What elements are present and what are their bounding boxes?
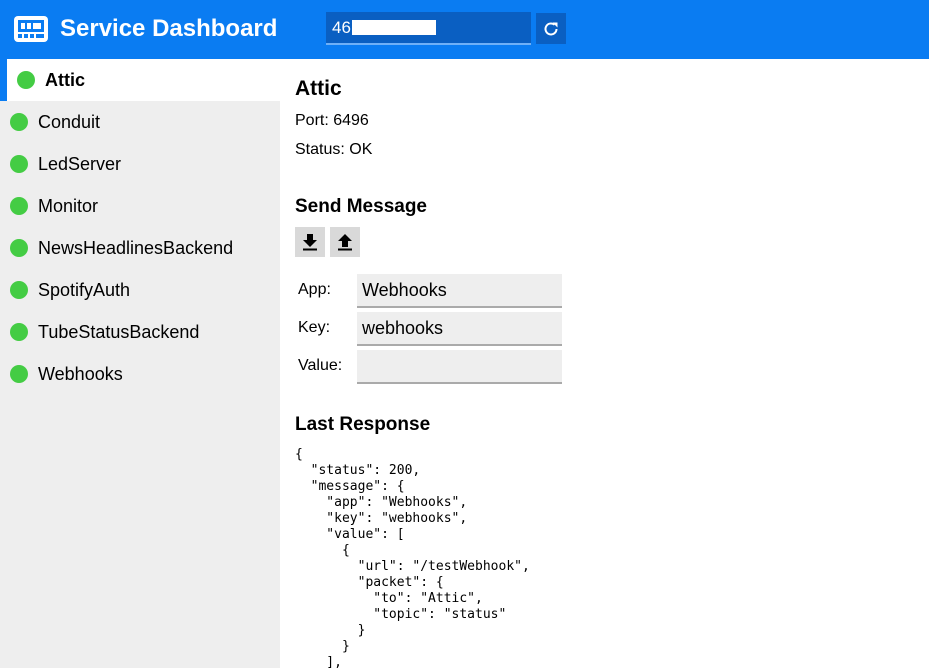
- sidebar-item-label: LedServer: [38, 153, 122, 174]
- response-body: { "status": 200, "message": { "app": "We…: [295, 447, 530, 670]
- sidebar-item-spotifyauth[interactable]: SpotifyAuth: [0, 269, 280, 311]
- refresh-button[interactable]: [536, 13, 566, 44]
- app-label: App:: [298, 281, 331, 298]
- sidebar-item-attic[interactable]: Attic: [0, 59, 280, 101]
- sidebar-item-label: Conduit: [38, 111, 101, 132]
- redacted-mask: [352, 20, 436, 35]
- status-ok-icon: [10, 281, 28, 299]
- key-label: Key:: [298, 319, 331, 336]
- status-ok-icon: [10, 239, 28, 257]
- status-ok-icon: [17, 71, 35, 89]
- sidebar-item-label: Monitor: [38, 195, 99, 216]
- service-status: Status: OK: [295, 141, 373, 158]
- sidebar-item-label: NewsHeadlinesBackend: [38, 237, 234, 258]
- app-header: Service Dashboard: [0, 0, 929, 59]
- status-ok-icon: [10, 365, 28, 383]
- send-message-title: Send Message: [295, 196, 427, 217]
- key-input[interactable]: [357, 312, 562, 346]
- status-ok-icon: [10, 323, 28, 341]
- upload-button[interactable]: [330, 227, 360, 257]
- sidebar-item-label: Attic: [45, 69, 85, 90]
- app-title: Service Dashboard: [60, 15, 278, 42]
- last-response-title: Last Response: [295, 414, 431, 435]
- refresh-icon: [544, 21, 558, 35]
- value-input[interactable]: [357, 350, 562, 384]
- sidebar-item-label: Webhooks: [38, 363, 123, 384]
- status-ok-icon: [10, 155, 28, 173]
- service-sidebar: Attic Conduit LedServer Monitor NewsHead…: [0, 59, 280, 668]
- sidebar-item-newsheadlinesbackend[interactable]: NewsHeadlinesBackend: [0, 227, 280, 269]
- sidebar-item-ledserver[interactable]: LedServer: [0, 143, 280, 185]
- sidebar-item-conduit[interactable]: Conduit: [0, 101, 280, 143]
- download-button[interactable]: [295, 227, 325, 257]
- app-input[interactable]: [357, 274, 562, 308]
- service-name: Attic: [295, 77, 342, 100]
- server-board-icon: [14, 16, 48, 42]
- service-port: Port: 6496: [295, 112, 369, 129]
- status-ok-icon: [10, 113, 28, 131]
- sidebar-item-label: TubeStatusBackend: [38, 321, 200, 342]
- sidebar-item-monitor[interactable]: Monitor: [0, 185, 280, 227]
- value-label: Value:: [298, 357, 343, 374]
- status-ok-icon: [10, 197, 28, 215]
- sidebar-item-label: SpotifyAuth: [38, 279, 131, 300]
- sidebar-item-webhooks[interactable]: Webhooks: [0, 353, 280, 395]
- upload-icon: [338, 234, 352, 251]
- sidebar-item-tubestatusbackend[interactable]: TubeStatusBackend: [0, 311, 280, 353]
- download-icon: [303, 234, 317, 251]
